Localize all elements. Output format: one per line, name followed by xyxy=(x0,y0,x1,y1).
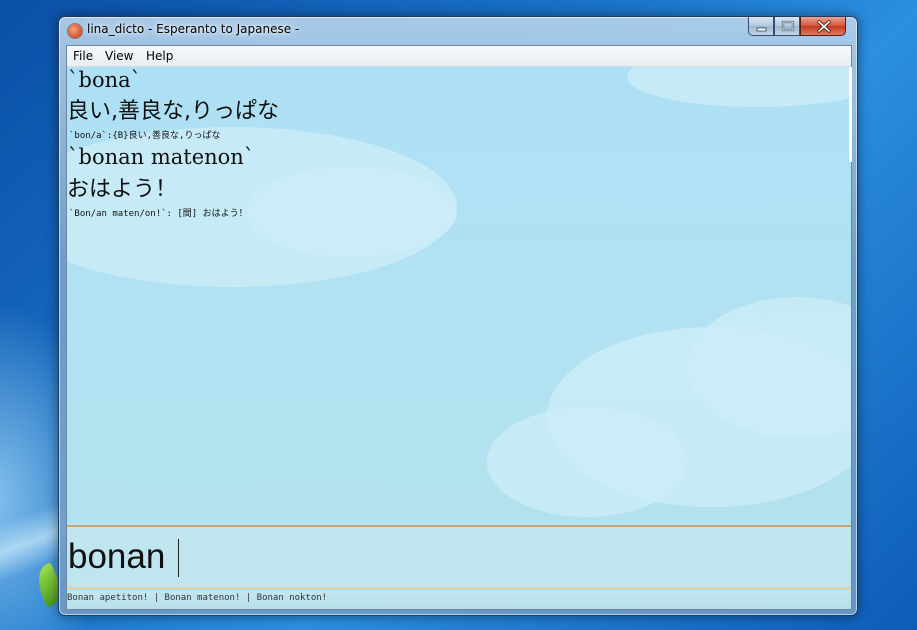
menu-help[interactable]: Help xyxy=(142,48,177,64)
menu-view[interactable]: View xyxy=(101,48,137,64)
entry-word: `bonan matenon` xyxy=(68,145,255,169)
cloud-decoration xyxy=(247,167,457,257)
title-bar[interactable]: lina_dicto - Esperanto to Japanese - xyxy=(59,17,857,43)
close-icon xyxy=(817,20,831,33)
maximize-icon xyxy=(781,20,795,32)
suggestion-list: Bonan apetiton! | Bonan matenon! | Bonan… xyxy=(67,593,328,603)
window-title: lina_dicto - Esperanto to Japanese - xyxy=(87,22,300,36)
maximize-button[interactable] xyxy=(774,17,800,36)
entry-raw-definition: `Bon/an maten/on!`: [間] おはよう！ xyxy=(69,209,248,219)
close-button[interactable] xyxy=(800,17,846,36)
menu-file[interactable]: File xyxy=(69,48,97,64)
minimize-button[interactable] xyxy=(748,17,774,36)
entry-translation: おはよう！ xyxy=(67,177,178,202)
scrollbar[interactable] xyxy=(849,67,852,162)
entry-raw-definition: `bon/a`:{B}良い,善良な,りっぱな xyxy=(69,131,221,141)
status-bar: Bonan apetiton! | Bonan matenon! | Bonan… xyxy=(67,591,851,609)
text-caret xyxy=(178,539,179,577)
app-window: lina_dicto - Esperanto to Japanese - Fil… xyxy=(58,16,858,616)
search-input[interactable]: bonan xyxy=(68,537,165,577)
minimize-icon xyxy=(756,27,767,32)
cloud-decoration xyxy=(627,67,851,107)
results-pane[interactable]: `bona` 良い,善良な,りっぱな `bon/a`:{B}良い,善良な,りっぱ… xyxy=(67,67,851,609)
entry-word: `bona` xyxy=(68,68,142,92)
client-area: File View Help `bona` 良い,善良な,りっぱな `bon/a… xyxy=(66,45,852,610)
entry-translation: 良い,善良な,りっぱな xyxy=(67,99,279,124)
search-input-box[interactable]: bonan xyxy=(67,525,851,589)
app-icon[interactable] xyxy=(68,24,82,38)
menu-bar: File View Help xyxy=(67,46,851,67)
cloud-decoration xyxy=(487,407,687,517)
